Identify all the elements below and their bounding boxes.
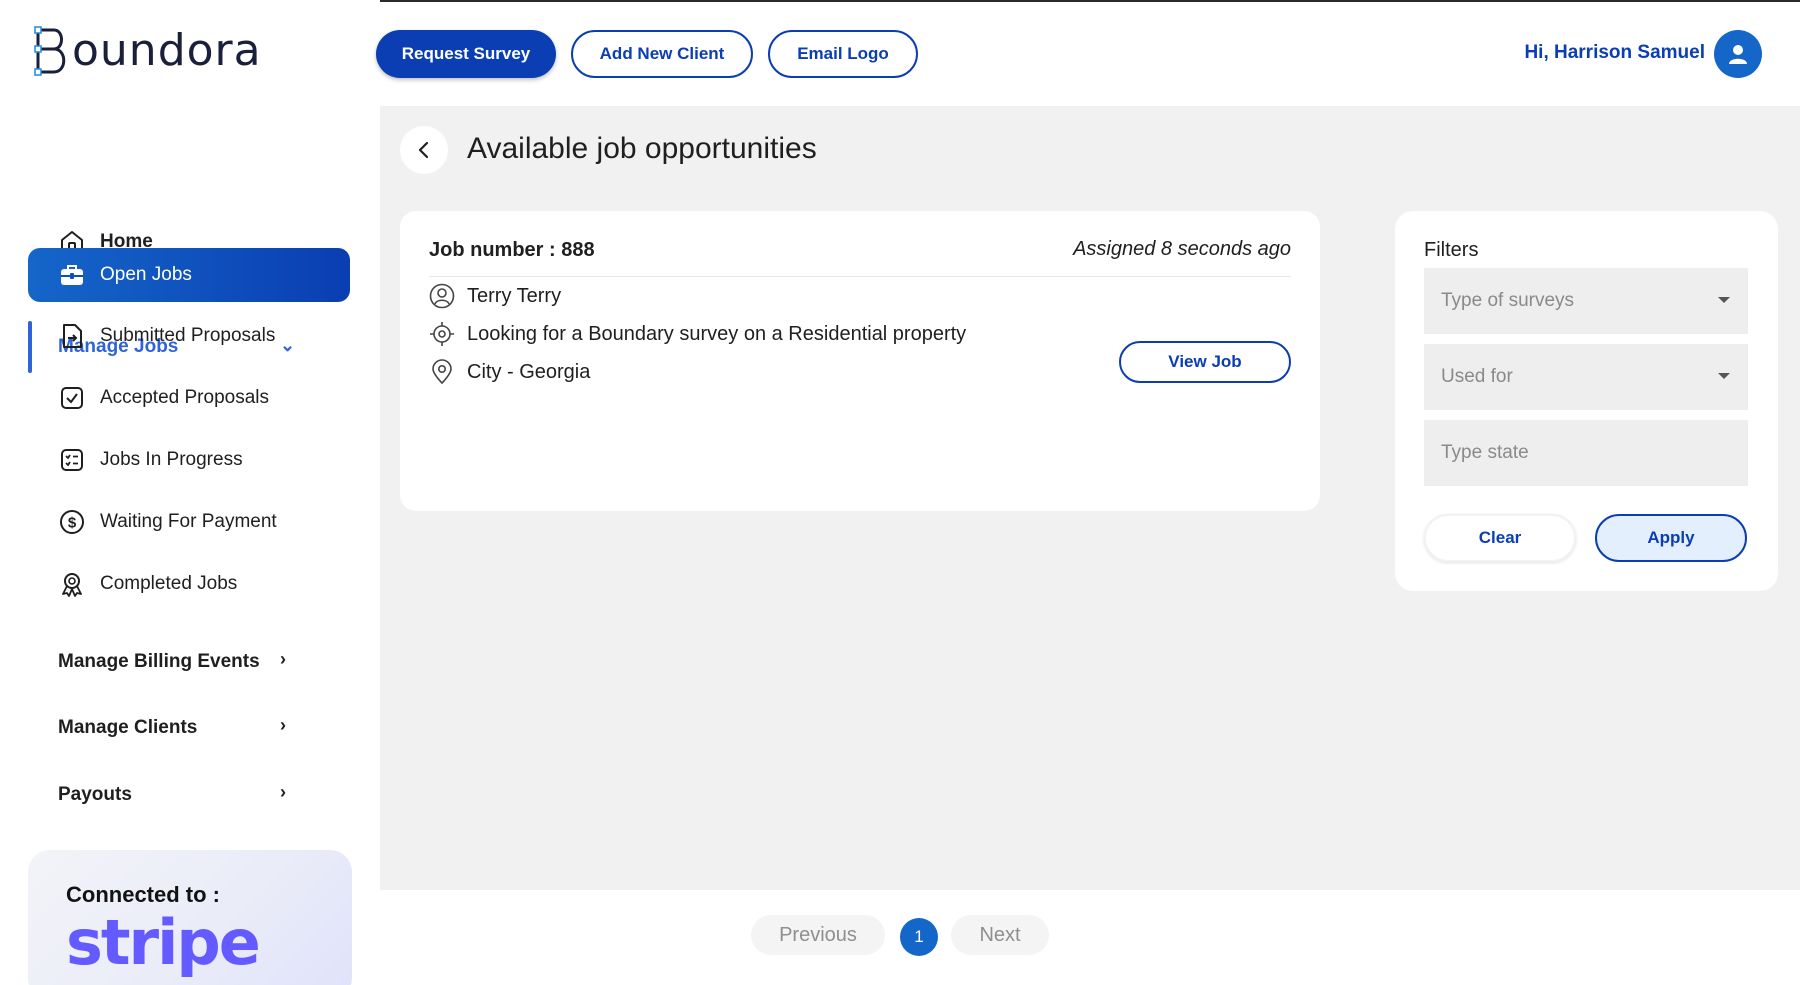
type-of-surveys-placeholder: Type of surveys xyxy=(1441,290,1575,311)
sidebar-item-label: Jobs In Progress xyxy=(100,449,243,470)
nav-manage-clients-label: Manage Clients xyxy=(58,717,198,738)
sidebar-item-label: Accepted Proposals xyxy=(100,387,269,408)
nav-manage-clients[interactable]: Manage Clients › xyxy=(28,702,350,754)
sidebar-item-open-jobs[interactable]: Open Jobs xyxy=(28,248,350,302)
type-state-placeholder: Type state xyxy=(1441,442,1529,463)
page-title: Available job opportunities xyxy=(467,132,817,165)
stripe-logo: stripe xyxy=(66,906,261,979)
view-job-button[interactable]: View Job xyxy=(1119,341,1291,383)
chevron-left-icon xyxy=(418,141,429,159)
used-for-placeholder: Used for xyxy=(1441,366,1513,387)
used-for-select[interactable]: Used for xyxy=(1424,344,1748,410)
logo-mark-icon xyxy=(34,26,66,76)
user-icon xyxy=(1729,45,1747,64)
sidebar-item-label: Waiting For Payment xyxy=(100,511,277,532)
sidebar: oundora Home Manage Jobs ⌄ Open Jobs Sub… xyxy=(0,0,380,985)
request-survey-button[interactable]: Request Survey xyxy=(376,30,556,78)
main-content: Available job opportunities Job number :… xyxy=(380,106,1800,890)
job-description-row: Looking for a Boundary survey on a Resid… xyxy=(429,321,966,347)
pagination-next[interactable]: Next xyxy=(951,915,1049,955)
user-avatar[interactable] xyxy=(1714,30,1762,78)
pagination-page-1[interactable]: 1 xyxy=(900,918,938,956)
type-state-input[interactable]: Type state xyxy=(1424,420,1748,486)
nav-payouts[interactable]: Payouts › xyxy=(28,769,350,821)
assigned-time: Assigned 8 seconds ago xyxy=(1073,238,1291,260)
job-card: Job number : 888 Assigned 8 seconds ago … xyxy=(400,211,1320,511)
filters-panel: Filters Type of surveys Used for Type st… xyxy=(1395,211,1778,591)
briefcase-icon xyxy=(58,261,86,289)
sidebar-item-completed-jobs[interactable]: Completed Jobs xyxy=(28,558,350,610)
chevron-right-icon: › xyxy=(280,715,286,735)
clear-button[interactable]: Clear xyxy=(1424,514,1576,562)
target-icon xyxy=(429,321,455,347)
sidebar-item-label: Open Jobs xyxy=(100,264,192,285)
checklist-icon xyxy=(58,446,86,474)
job-client-row: Terry Terry xyxy=(429,283,561,309)
job-description: Looking for a Boundary survey on a Resid… xyxy=(467,322,967,345)
nav-manage-billing-events[interactable]: Manage Billing Events › xyxy=(28,636,350,688)
divider xyxy=(429,276,1291,277)
caret-down-icon xyxy=(1718,297,1730,303)
logo-wordmark: oundora xyxy=(72,25,262,76)
sidebar-item-label: Submitted Proposals xyxy=(100,325,276,346)
type-of-surveys-select[interactable]: Type of surveys xyxy=(1424,268,1748,334)
chevron-right-icon: › xyxy=(280,782,286,802)
apply-button[interactable]: Apply xyxy=(1595,514,1747,562)
job-number: Job number : 888 xyxy=(429,239,595,261)
sidebar-item-jobs-in-progress[interactable]: Jobs In Progress xyxy=(28,434,350,486)
svg-text:$: $ xyxy=(68,515,77,532)
connected-label: Connected to : xyxy=(66,882,220,907)
user-greeting: Hi, Harrison Samuel xyxy=(1524,42,1705,63)
job-location: City - Georgia xyxy=(467,360,591,383)
job-client-name: Terry Terry xyxy=(467,284,562,307)
stripe-connected-card: Connected to : stripe xyxy=(28,850,352,985)
boundora-logo[interactable]: oundora xyxy=(34,26,262,76)
add-new-client-button[interactable]: Add New Client xyxy=(571,30,753,78)
email-logo-button[interactable]: Email Logo xyxy=(768,30,918,78)
filters-title: Filters xyxy=(1424,239,1479,261)
award-icon xyxy=(58,570,86,598)
nav-payouts-label: Payouts xyxy=(58,784,132,805)
nav-manage-billing-events-label: Manage Billing Events xyxy=(58,651,260,672)
top-border xyxy=(330,0,1800,2)
caret-down-icon xyxy=(1718,373,1730,379)
sidebar-item-waiting-for-payment[interactable]: $ Waiting For Payment xyxy=(28,496,350,548)
job-location-row: City - Georgia xyxy=(429,359,590,385)
person-circle-icon xyxy=(429,283,455,309)
location-pin-icon xyxy=(429,359,455,385)
back-button[interactable] xyxy=(400,126,448,174)
chevron-right-icon: › xyxy=(280,649,286,669)
pagination-previous[interactable]: Previous xyxy=(751,915,885,955)
sidebar-item-submitted-proposals[interactable]: Submitted Proposals xyxy=(28,310,350,362)
checkbox-icon xyxy=(58,384,86,412)
dollar-circle-icon: $ xyxy=(58,508,86,536)
sidebar-item-label: Completed Jobs xyxy=(100,573,238,594)
document-arrow-icon xyxy=(58,322,86,350)
sidebar-item-accepted-proposals[interactable]: Accepted Proposals xyxy=(28,372,350,424)
